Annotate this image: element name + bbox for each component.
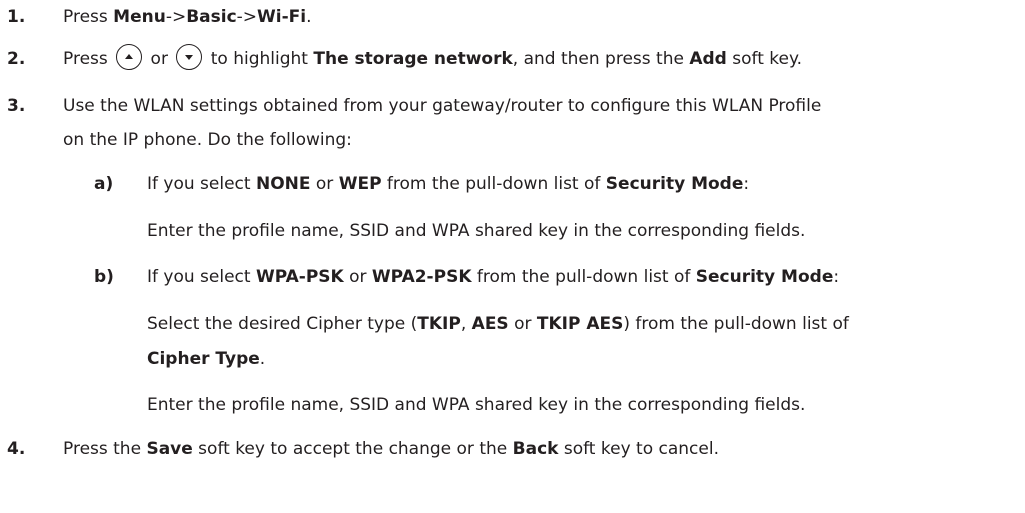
text-fragment: from the pull-down list of bbox=[381, 174, 606, 194]
text-fragment: . bbox=[306, 7, 312, 27]
text-fragment: . bbox=[259, 349, 266, 369]
text-fragment: Press the bbox=[63, 439, 147, 459]
separator: -> bbox=[236, 7, 258, 27]
text-fragment: Select the desired Cipher type ( bbox=[147, 314, 418, 334]
step-number: 4. bbox=[7, 439, 26, 459]
text-fragment: ) from the pull-down list of bbox=[623, 314, 849, 334]
text-fragment: soft key. bbox=[726, 49, 802, 69]
up-arrow-key-icon bbox=[116, 44, 143, 70]
cipher-type-label: Cipher Type bbox=[147, 349, 260, 369]
wpa2-psk-label: WPA2-PSK bbox=[371, 267, 472, 287]
text-fragment: soft key to accept the change or the bbox=[192, 439, 513, 459]
wpa-psk-label: WPA-PSK bbox=[255, 267, 344, 287]
aes-label: AES bbox=[471, 314, 509, 334]
basic-label: Basic bbox=[186, 7, 237, 27]
tkip-aes-label: TKIP AES bbox=[536, 314, 624, 334]
security-mode-label: Security Mode bbox=[695, 267, 834, 287]
substep-detail-text: Select the desired Cipher type (TKIP, AE… bbox=[147, 309, 849, 339]
substep-detail-text: Enter the profile name, SSID and WPA sha… bbox=[147, 221, 806, 241]
text-fragment: : bbox=[833, 267, 840, 287]
none-label: NONE bbox=[255, 174, 311, 194]
text-fragment: If you select bbox=[147, 267, 256, 287]
step-number: 3. bbox=[7, 96, 26, 116]
wifi-label: Wi-Fi bbox=[257, 7, 307, 27]
security-mode-label: Security Mode bbox=[605, 174, 744, 194]
step-text: Use the WLAN settings obtained from your… bbox=[63, 96, 822, 116]
text-fragment: or bbox=[343, 267, 372, 287]
separator: -> bbox=[165, 7, 187, 27]
instruction-document: 1. Press Menu->Basic->Wi-Fi. 2. Press or… bbox=[0, 0, 1025, 513]
step-text: on the IP phone. Do the following: bbox=[63, 130, 352, 150]
substep-detail-text: Enter the profile name, SSID and WPA sha… bbox=[147, 395, 806, 415]
text-fragment: soft key to cancel. bbox=[558, 439, 719, 459]
text-fragment: If you select bbox=[147, 174, 256, 194]
text-fragment: or bbox=[145, 49, 174, 69]
text-fragment: from the pull-down list of bbox=[471, 267, 696, 287]
substep-text: If you select WPA-PSK or WPA2-PSK from t… bbox=[147, 262, 839, 292]
substep-letter: b) bbox=[94, 267, 114, 287]
add-key-label: Add bbox=[689, 49, 727, 69]
text-fragment: Press bbox=[63, 7, 114, 27]
step-text: Press the Save soft key to accept the ch… bbox=[63, 434, 719, 464]
text-fragment: , and then press the bbox=[512, 49, 690, 69]
text-fragment: Press bbox=[63, 49, 114, 69]
down-arrow-key-icon bbox=[176, 44, 203, 70]
text-fragment: , bbox=[460, 314, 472, 334]
text-fragment: to highlight bbox=[205, 49, 314, 69]
step-text: Press or to highlight The storage networ… bbox=[63, 44, 802, 74]
text-fragment: or bbox=[508, 314, 537, 334]
save-key-label: Save bbox=[146, 439, 193, 459]
storage-network-label: The storage network bbox=[313, 49, 513, 69]
substep-letter: a) bbox=[94, 174, 114, 194]
menu-label: Menu bbox=[113, 7, 166, 27]
step-number: 2. bbox=[7, 49, 26, 69]
substep-detail-text: Cipher Type. bbox=[147, 344, 265, 374]
substep-text: If you select NONE or WEP from the pull-… bbox=[147, 169, 749, 199]
text-fragment: or bbox=[310, 174, 339, 194]
text-fragment: : bbox=[743, 174, 750, 194]
step-text: Press Menu->Basic->Wi-Fi. bbox=[63, 2, 312, 32]
step-number: 1. bbox=[7, 7, 26, 27]
wep-label: WEP bbox=[338, 174, 382, 194]
tkip-label: TKIP bbox=[417, 314, 461, 334]
back-key-label: Back bbox=[512, 439, 559, 459]
